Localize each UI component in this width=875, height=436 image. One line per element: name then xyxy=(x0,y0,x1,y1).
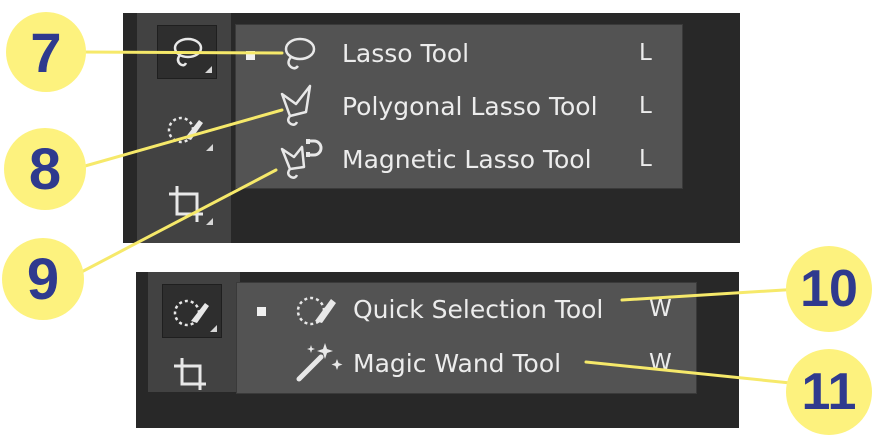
shortcut-key: L xyxy=(639,40,652,66)
menu-item-magic-wand-tool[interactable]: Magic Wand Tool W xyxy=(237,339,696,391)
submenu-indicator xyxy=(206,144,213,151)
menu-item-polygonal-lasso-tool[interactable]: Polygonal Lasso Tool L xyxy=(236,82,682,134)
submenu-indicator xyxy=(206,218,213,225)
menu-item-magnetic-lasso-tool[interactable]: Magnetic Lasso Tool L xyxy=(236,135,682,187)
selected-indicator xyxy=(246,51,255,60)
shortcut-key: W xyxy=(649,350,672,376)
magnetic-lasso-icon xyxy=(280,139,323,179)
bottom-panel: Quick Selection Tool W Magic Wand Tool W xyxy=(136,272,739,428)
selection-flyout-menu: Quick Selection Tool W Magic Wand Tool W xyxy=(236,282,697,394)
callout-badge: 11 xyxy=(786,349,872,435)
menu-item-lasso-tool[interactable]: Lasso Tool L xyxy=(236,29,682,81)
callout-badge: 10 xyxy=(786,246,872,332)
lasso-tool-button[interactable] xyxy=(157,25,217,79)
top-panel: Lasso Tool L Polygonal Lasso Tool L Magn… xyxy=(123,13,740,243)
menu-item-label: Quick Selection Tool xyxy=(353,295,604,324)
menu-item-label: Magnetic Lasso Tool xyxy=(342,145,592,174)
quick-selection-tool-button[interactable] xyxy=(162,284,222,338)
quick-selection-icon xyxy=(296,296,336,326)
menu-item-quick-selection-tool[interactable]: Quick Selection Tool W xyxy=(237,285,696,337)
menu-item-label: Polygonal Lasso Tool xyxy=(342,92,598,121)
callout-badge: 8 xyxy=(4,128,86,210)
crop-tool-button[interactable] xyxy=(157,176,217,230)
crop-icon xyxy=(174,358,206,390)
shortcut-key: L xyxy=(639,93,652,119)
menu-item-label: Lasso Tool xyxy=(342,39,470,68)
submenu-indicator xyxy=(205,66,212,73)
polygonal-lasso-icon xyxy=(280,84,312,126)
submenu-indicator xyxy=(210,325,217,332)
magic-wand-icon xyxy=(296,343,343,382)
lasso-flyout-menu: Lasso Tool L Polygonal Lasso Tool L Magn… xyxy=(235,24,683,189)
toolbar-strip xyxy=(148,272,240,392)
callout-badge: 9 xyxy=(2,238,84,320)
shortcut-key: L xyxy=(639,146,652,172)
crop-tool-button[interactable] xyxy=(162,354,222,392)
selected-indicator xyxy=(257,307,266,316)
toolbar-strip xyxy=(137,13,231,243)
shortcut-key: W xyxy=(649,296,672,322)
callout-badge: 7 xyxy=(6,12,86,92)
lasso-icon xyxy=(284,37,316,70)
quick-selection-tool-button[interactable] xyxy=(157,102,217,156)
menu-item-label: Magic Wand Tool xyxy=(353,349,562,378)
